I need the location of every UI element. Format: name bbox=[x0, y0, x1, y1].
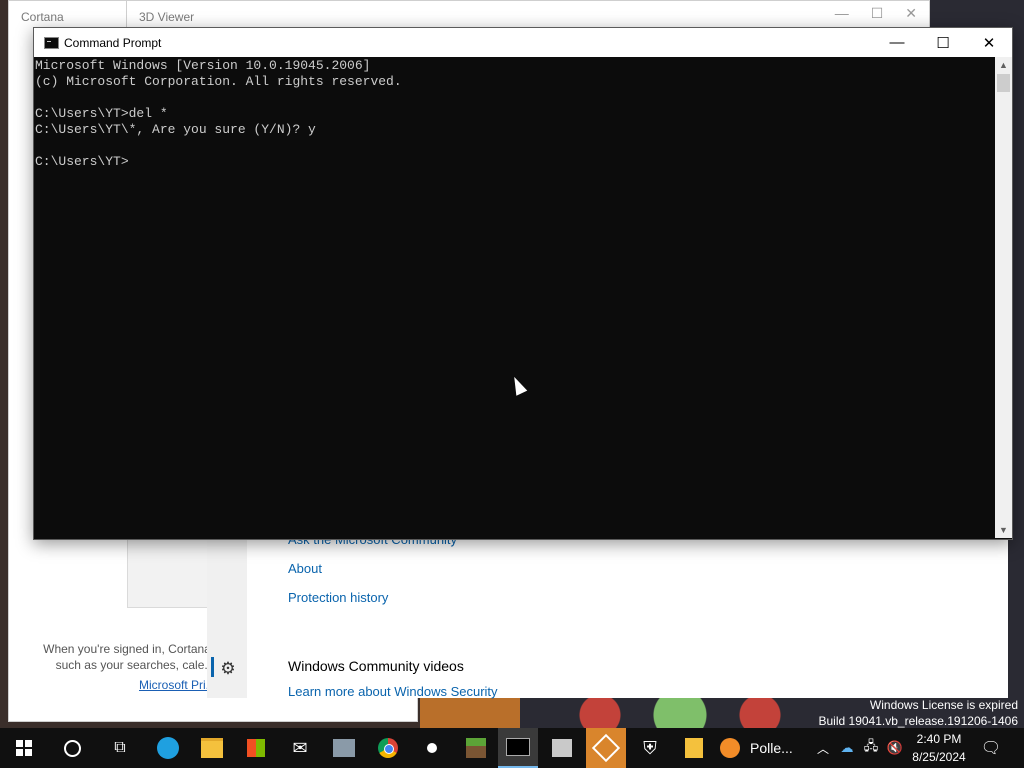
network-button[interactable]: 🖧 bbox=[860, 728, 882, 768]
scroll-up-icon[interactable]: ▲ bbox=[995, 57, 1012, 73]
notifications-button[interactable]: 🗨 bbox=[976, 728, 1006, 768]
start-icon bbox=[16, 740, 32, 756]
learn-more-link[interactable]: Learn more about Windows Security bbox=[288, 684, 498, 699]
close-icon: ✕ bbox=[982, 34, 996, 52]
volume-button[interactable]: 🔇 bbox=[884, 728, 906, 768]
3d-viewer-window: 3D Viewer — ☐ ✕ bbox=[126, 0, 930, 30]
taskbar: ⧉ ✉ ⛨ Polle... ︿ ☁ 🖧 🔇 🗨 bbox=[0, 728, 1024, 768]
build-info-text: Build 19041.vb_release.191206-1406 bbox=[818, 714, 1019, 728]
cortana-notice: When you're signed in, Cortana l... such… bbox=[43, 642, 227, 672]
console-line: Microsoft Windows [Version 10.0.19045.20… bbox=[35, 58, 371, 73]
protection-history-link[interactable]: Protection history bbox=[288, 590, 388, 605]
close-button[interactable]: ✕ bbox=[966, 28, 1012, 57]
command-prompt-icon bbox=[506, 738, 530, 756]
app-button[interactable] bbox=[542, 728, 582, 768]
app-icon bbox=[685, 738, 703, 758]
minimize-icon: — bbox=[889, 34, 905, 51]
onedrive-button[interactable]: ☁ bbox=[836, 728, 858, 768]
cmd-titlebar[interactable]: Command Prompt — ☐ ✕ bbox=[34, 28, 1012, 57]
vertical-scrollbar[interactable]: ▲ ▼ bbox=[995, 57, 1012, 538]
cmd-title: Command Prompt bbox=[64, 36, 162, 50]
app-icon bbox=[333, 739, 355, 757]
command-prompt-icon bbox=[44, 37, 59, 49]
app-icon bbox=[427, 743, 437, 753]
console-line: C:\Users\YT\*, Are you sure (Y/N)? y bbox=[35, 122, 316, 137]
mail-button[interactable]: ✉ bbox=[280, 728, 320, 768]
search-icon bbox=[63, 739, 81, 757]
task-view-icon: ⧉ bbox=[114, 739, 126, 756]
chevron-up-icon: ︿ bbox=[816, 741, 829, 756]
start-button[interactable] bbox=[0, 728, 48, 768]
maximize-icon: ☐ bbox=[936, 34, 950, 52]
notification-icon: 🗨 bbox=[980, 740, 1002, 757]
cortana-panel bbox=[127, 531, 209, 608]
minecraft-icon bbox=[466, 738, 486, 758]
nav-selection-indicator bbox=[211, 657, 214, 677]
app-button[interactable] bbox=[412, 728, 452, 768]
file-explorer-button[interactable] bbox=[192, 728, 232, 768]
3d-viewer-taskbar-button[interactable] bbox=[586, 728, 626, 768]
store-icon bbox=[247, 739, 265, 757]
clock-date: 8/25/2024 bbox=[912, 750, 966, 764]
console-output[interactable]: Microsoft Windows [Version 10.0.19045.20… bbox=[34, 57, 994, 537]
scroll-down-icon[interactable]: ▼ bbox=[995, 522, 1012, 538]
scroll-thumb[interactable] bbox=[997, 74, 1010, 92]
chrome-button[interactable] bbox=[368, 728, 408, 768]
chrome-icon bbox=[378, 738, 398, 758]
about-link[interactable]: About bbox=[288, 561, 322, 576]
weather-widget[interactable]: Polle... bbox=[720, 728, 810, 768]
console-prompt: C:\Users\YT> bbox=[35, 154, 129, 169]
maximize-button[interactable]: ☐ bbox=[920, 28, 966, 57]
3d-viewer-icon bbox=[591, 733, 621, 763]
console-line: (c) Microsoft Corporation. All rights re… bbox=[35, 74, 402, 89]
task-view-button[interactable]: ⧉ bbox=[96, 728, 144, 768]
edge-icon bbox=[157, 737, 179, 759]
microsoft-privacy-link[interactable]: Microsoft Pri... bbox=[139, 678, 216, 692]
taskbar-clock[interactable]: 2:40 PM 8/25/2024 bbox=[906, 730, 972, 766]
pollen-label: Polle... bbox=[750, 740, 793, 756]
windows-security-taskbar-button[interactable]: ⛨ bbox=[630, 728, 670, 768]
close-icon[interactable]: ✕ bbox=[905, 5, 917, 22]
mail-icon: ✉ bbox=[292, 737, 308, 758]
command-prompt-window: Command Prompt — ☐ ✕ Microsoft Windows [… bbox=[33, 27, 1013, 540]
onedrive-icon: ☁ bbox=[840, 740, 854, 755]
community-videos-heading: Windows Community videos bbox=[288, 658, 464, 674]
clock-time: 2:40 PM bbox=[916, 732, 962, 746]
windows-security-window: ⚙ Ask the Microsoft Community About Prot… bbox=[207, 532, 1008, 699]
edge-button[interactable] bbox=[144, 728, 192, 768]
search-button[interactable] bbox=[48, 728, 96, 768]
network-icon: 🖧 bbox=[863, 738, 879, 753]
minecraft-button[interactable] bbox=[456, 728, 496, 768]
volume-muted-icon: 🔇 bbox=[886, 740, 904, 755]
file-explorer-icon bbox=[201, 738, 223, 758]
minimize-button[interactable]: — bbox=[874, 28, 920, 57]
gear-icon[interactable]: ⚙ bbox=[219, 660, 237, 678]
weather-icon bbox=[720, 738, 740, 758]
maximize-icon[interactable]: ☐ bbox=[871, 5, 884, 22]
console-line: C:\Users\YT>del * bbox=[35, 106, 168, 121]
show-hidden-icons-button[interactable]: ︿ bbox=[814, 728, 832, 768]
3d-viewer-controls: — ☐ ✕ bbox=[835, 5, 917, 22]
command-prompt-taskbar-button[interactable] bbox=[498, 728, 538, 768]
app-icon bbox=[552, 739, 572, 757]
windows-security-icon: ⛨ bbox=[643, 737, 657, 758]
activation-watermark: Windows License is expired Build 19041.v… bbox=[819, 697, 1019, 729]
3d-viewer-title: 3D Viewer bbox=[139, 10, 195, 24]
app-button[interactable] bbox=[324, 728, 364, 768]
minimize-icon[interactable]: — bbox=[835, 5, 849, 22]
store-button[interactable] bbox=[236, 728, 276, 768]
license-expired-text: Windows License is expired bbox=[869, 698, 1018, 712]
cortana-title: Cortana bbox=[21, 10, 64, 24]
app-button[interactable] bbox=[674, 728, 714, 768]
